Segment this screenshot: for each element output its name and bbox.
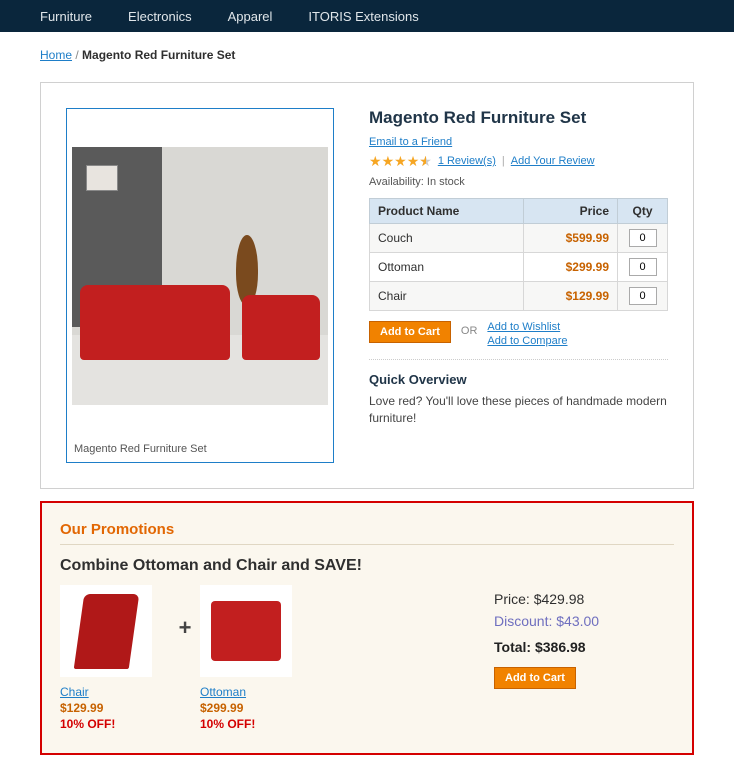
col-product-name: Product Name xyxy=(370,199,524,224)
promo-item-price: $299.99 xyxy=(200,701,310,715)
email-friend-link[interactable]: Email to a Friend xyxy=(369,136,452,148)
product-gallery: Magento Red Furniture Set xyxy=(66,108,334,463)
product-image-box[interactable]: Magento Red Furniture Set xyxy=(66,108,334,463)
promo-total-line: Total: $386.98 xyxy=(494,639,674,655)
promo-item-price: $129.99 xyxy=(60,701,170,715)
option-name: Chair xyxy=(370,282,524,311)
availability-value: In stock xyxy=(427,176,465,188)
qty-input-chair[interactable] xyxy=(629,287,657,305)
table-row: Ottoman $299.99 xyxy=(370,253,668,282)
promo-add-to-cart-button[interactable]: Add to Cart xyxy=(494,667,576,689)
option-price: $299.99 xyxy=(523,253,617,282)
promo-total-label: Total: xyxy=(494,639,531,655)
add-review-link[interactable]: Add Your Review xyxy=(511,155,595,167)
add-to-cart-row: Add to Cart OR Add to Wishlist Add to Co… xyxy=(369,321,668,360)
promo-total-value: $386.98 xyxy=(535,639,586,655)
nav-item-apparel[interactable]: Apparel xyxy=(210,9,291,24)
availability: Availability: In stock xyxy=(369,176,668,188)
breadcrumb-current: Magento Red Furniture Set xyxy=(82,48,235,62)
product-options-table: Product Name Price Qty Couch $599.99 Ott… xyxy=(369,198,668,311)
promo-discount-label: Discount: xyxy=(494,613,552,629)
reviews-count-link[interactable]: 1 Review(s) xyxy=(438,155,496,167)
promo-discount-value: $43.00 xyxy=(556,613,599,629)
add-to-cart-button[interactable]: Add to Cart xyxy=(369,321,451,343)
option-price: $129.99 xyxy=(523,282,617,311)
nav-item-electronics[interactable]: Electronics xyxy=(110,9,210,24)
promo-image-ottoman[interactable] xyxy=(200,585,292,677)
promo-discount-line: Discount: $43.00 xyxy=(494,613,674,629)
product-title: Magento Red Furniture Set xyxy=(369,108,668,128)
product-image xyxy=(72,147,328,405)
product-main: Magento Red Furniture Set Magento Red Fu… xyxy=(40,82,694,489)
promotion-title: Combine Ottoman and Chair and SAVE! xyxy=(60,557,674,575)
top-nav: Furniture Electronics Apparel ITORIS Ext… xyxy=(0,0,734,32)
product-image-caption: Magento Red Furniture Set xyxy=(72,437,328,457)
table-row: Chair $129.99 xyxy=(370,282,668,311)
product-details: Magento Red Furniture Set Email to a Fri… xyxy=(369,108,668,463)
quick-overview-heading: Quick Overview xyxy=(369,372,668,387)
add-to-compare-link[interactable]: Add to Compare xyxy=(487,335,567,347)
option-name: Ottoman xyxy=(370,253,524,282)
promotions-panel: Our Promotions Combine Ottoman and Chair… xyxy=(40,501,694,755)
promo-item-ottoman: Ottoman $299.99 10% OFF! xyxy=(200,585,310,731)
availability-label: Availability: xyxy=(369,176,424,188)
rating-stars-icon: ★★★★★ xyxy=(369,154,432,168)
pipe-separator: | xyxy=(502,155,505,167)
promo-price-line: Price: $429.98 xyxy=(494,591,674,607)
review-summary: ★★★★★ 1 Review(s) | Add Your Review xyxy=(369,154,668,168)
promo-image-chair[interactable] xyxy=(60,585,152,677)
qty-input-ottoman[interactable] xyxy=(629,258,657,276)
option-price: $599.99 xyxy=(523,224,617,253)
plus-icon: + xyxy=(170,585,200,641)
promo-totals: Price: $429.98 Discount: $43.00 Total: $… xyxy=(494,585,674,689)
col-price: Price xyxy=(523,199,617,224)
or-label: OR xyxy=(461,321,478,337)
promo-item-discount: 10% OFF! xyxy=(60,717,170,731)
promo-item-chair: Chair $129.99 10% OFF! xyxy=(60,585,170,731)
promo-item-discount: 10% OFF! xyxy=(200,717,310,731)
quick-overview-text: Love red? You'll love these pieces of ha… xyxy=(369,393,668,427)
promo-price-value: $429.98 xyxy=(534,591,585,607)
table-row: Couch $599.99 xyxy=(370,224,668,253)
breadcrumb-sep: / xyxy=(75,48,78,62)
nav-item-furniture[interactable]: Furniture xyxy=(12,9,110,24)
add-to-wishlist-link[interactable]: Add to Wishlist xyxy=(487,321,567,333)
promo-price-label: Price: xyxy=(494,591,530,607)
promotions-heading: Our Promotions xyxy=(60,521,674,545)
qty-input-couch[interactable] xyxy=(629,229,657,247)
promo-name-link[interactable]: Chair xyxy=(60,685,170,699)
col-qty: Qty xyxy=(618,199,668,224)
promo-name-link[interactable]: Ottoman xyxy=(200,685,310,699)
nav-item-itoris[interactable]: ITORIS Extensions xyxy=(290,9,436,24)
option-name: Couch xyxy=(370,224,524,253)
breadcrumb: Home / Magento Red Furniture Set xyxy=(0,32,734,72)
breadcrumb-home[interactable]: Home xyxy=(40,48,72,62)
